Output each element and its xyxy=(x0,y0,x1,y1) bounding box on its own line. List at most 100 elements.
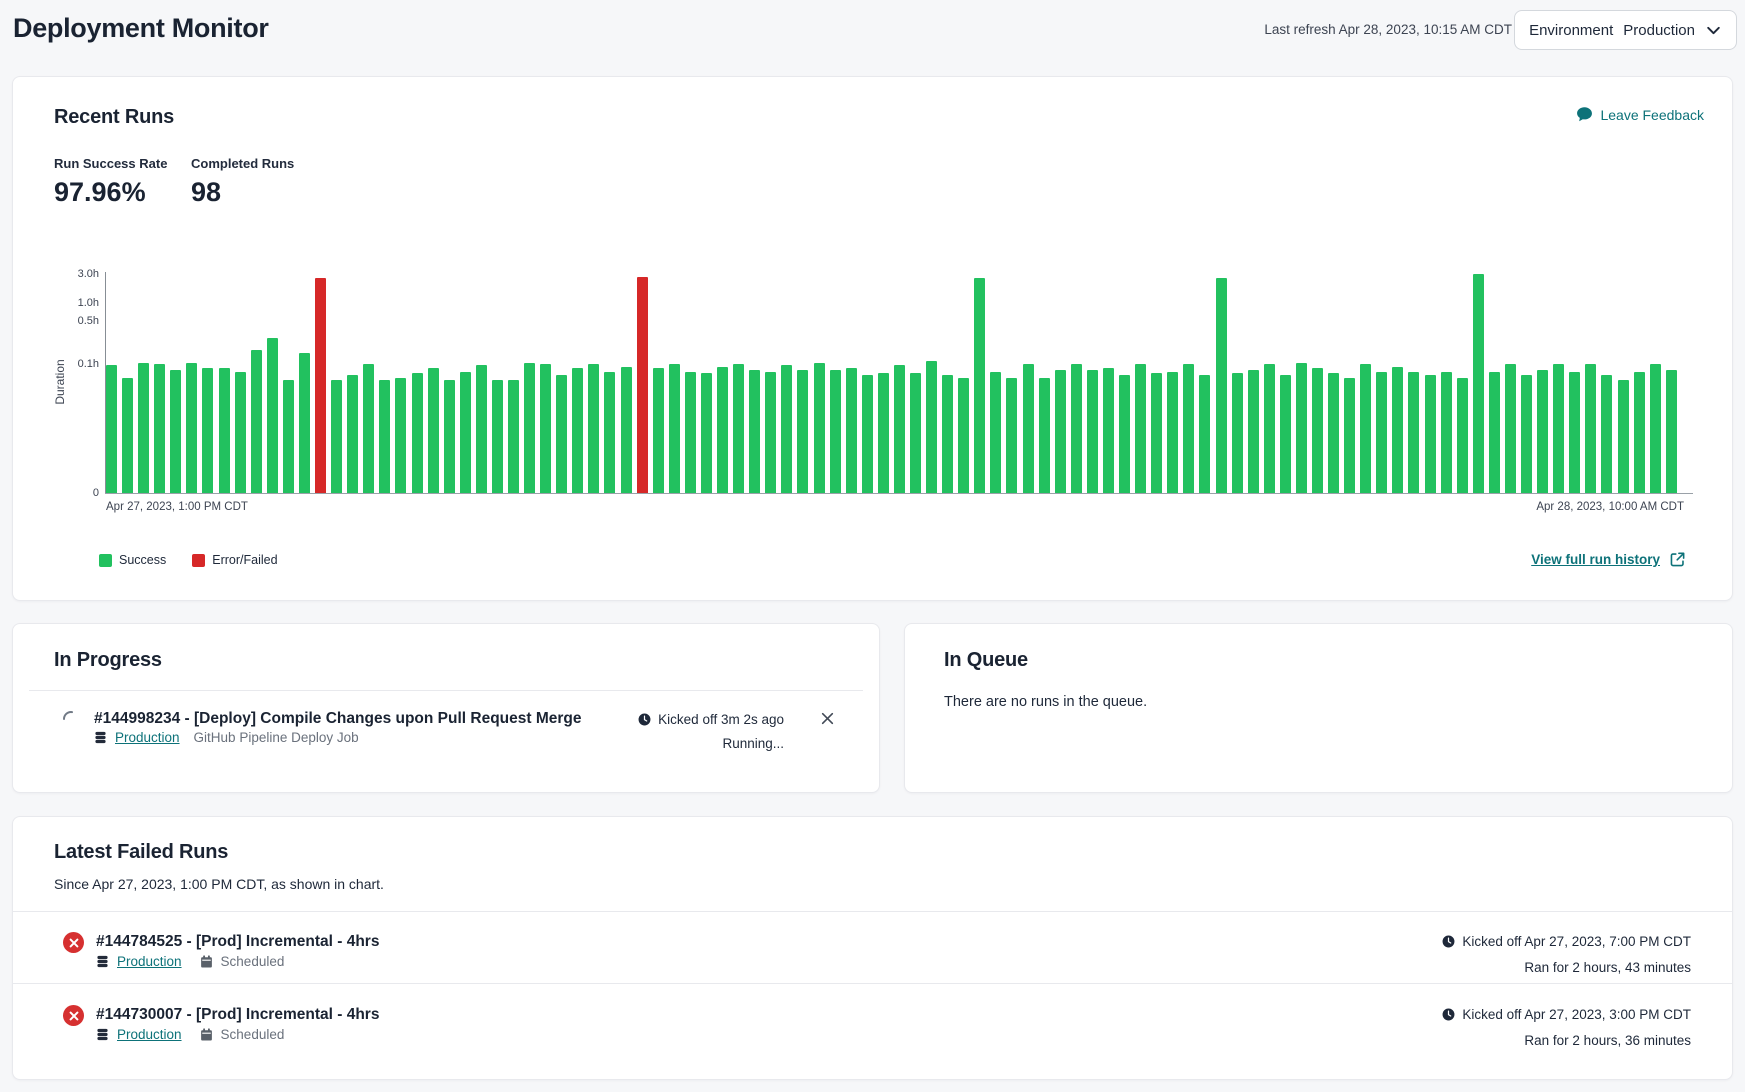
run-bar[interactable] xyxy=(428,368,439,493)
run-bar[interactable] xyxy=(1634,372,1645,493)
run-bar[interactable] xyxy=(1167,372,1178,493)
environment-link[interactable]: Production xyxy=(117,1027,182,1042)
run-bar[interactable] xyxy=(910,373,921,493)
run-bar[interactable] xyxy=(1344,378,1355,493)
run-bar[interactable] xyxy=(1489,372,1500,493)
environment-link[interactable]: Production xyxy=(117,954,182,969)
run-bar[interactable] xyxy=(1296,363,1307,493)
run-bar[interactable] xyxy=(1408,372,1419,493)
run-bar[interactable] xyxy=(1392,367,1403,493)
run-bar[interactable] xyxy=(942,375,953,493)
run-bar[interactable] xyxy=(1055,370,1066,493)
run-bar[interactable] xyxy=(1087,370,1098,493)
run-bar[interactable] xyxy=(363,364,374,493)
run-bar[interactable] xyxy=(1457,378,1468,493)
leave-feedback-link[interactable]: Leave Feedback xyxy=(1576,106,1704,123)
run-bar[interactable] xyxy=(1039,378,1050,493)
run-bar[interactable] xyxy=(814,363,825,493)
environment-link[interactable]: Production xyxy=(115,730,180,745)
run-bar[interactable] xyxy=(267,338,278,493)
run-bar[interactable] xyxy=(1553,364,1564,493)
run-bar[interactable] xyxy=(219,368,230,493)
run-bar[interactable] xyxy=(1023,364,1034,493)
run-bar[interactable] xyxy=(894,365,905,493)
run-bar[interactable] xyxy=(1232,373,1243,493)
run-bar[interactable] xyxy=(926,361,937,493)
run-bar[interactable] xyxy=(1248,370,1259,493)
run-bar[interactable] xyxy=(1473,274,1484,493)
run-bar[interactable] xyxy=(1199,375,1210,493)
run-bar[interactable] xyxy=(170,370,181,493)
run-bar[interactable] xyxy=(1521,375,1532,493)
run-bar[interactable] xyxy=(1601,375,1612,493)
run-bar[interactable] xyxy=(476,365,487,493)
run-bar[interactable] xyxy=(492,380,503,493)
run-bar[interactable] xyxy=(733,364,744,493)
run-bar[interactable] xyxy=(781,365,792,493)
close-icon[interactable] xyxy=(820,711,836,727)
run-bar[interactable] xyxy=(572,368,583,493)
run-bar[interactable] xyxy=(1280,375,1291,493)
run-bar[interactable] xyxy=(1151,373,1162,493)
failed-run-title[interactable]: #144730007 - [Prod] Incremental - 4hrs xyxy=(96,1006,379,1024)
environment-dropdown[interactable]: Environment Production xyxy=(1514,10,1737,50)
run-bar[interactable] xyxy=(1666,370,1677,493)
run-bar[interactable] xyxy=(315,278,326,493)
run-bar[interactable] xyxy=(653,368,664,493)
failed-run-title[interactable]: #144784525 - [Prod] Incremental - 4hrs xyxy=(96,933,379,951)
run-bar[interactable] xyxy=(830,370,841,493)
run-bar[interactable] xyxy=(990,372,1001,493)
run-bar[interactable] xyxy=(1183,364,1194,493)
run-bar[interactable] xyxy=(1569,372,1580,493)
run-bar[interactable] xyxy=(508,380,519,493)
run-bar[interactable] xyxy=(974,278,985,493)
run-bar[interactable] xyxy=(154,364,165,493)
run-bar[interactable] xyxy=(186,363,197,493)
run-bar[interactable] xyxy=(958,378,969,493)
run-bar[interactable] xyxy=(1264,364,1275,493)
run-bar[interactable] xyxy=(331,380,342,493)
run-bar[interactable] xyxy=(540,364,551,493)
run-bar[interactable] xyxy=(1360,364,1371,493)
in-progress-run-title[interactable]: #144998234 - [Deploy] Compile Changes up… xyxy=(94,710,582,728)
run-bar[interactable] xyxy=(1119,375,1130,493)
run-bar[interactable] xyxy=(1312,368,1323,493)
run-bar[interactable] xyxy=(1071,364,1082,493)
run-bar[interactable] xyxy=(749,370,760,493)
run-bar[interactable] xyxy=(1006,378,1017,493)
run-bar[interactable] xyxy=(669,364,680,493)
run-bar[interactable] xyxy=(797,370,808,493)
run-bar[interactable] xyxy=(846,368,857,493)
run-bar[interactable] xyxy=(685,372,696,493)
run-bar[interactable] xyxy=(878,373,889,493)
run-bar[interactable] xyxy=(106,365,117,493)
run-bar[interactable] xyxy=(412,373,423,493)
run-bar[interactable] xyxy=(251,350,262,493)
run-bar[interactable] xyxy=(637,277,648,494)
run-bar[interactable] xyxy=(621,367,632,493)
run-bar[interactable] xyxy=(1441,372,1452,493)
run-bar[interactable] xyxy=(460,372,471,493)
run-bar[interactable] xyxy=(379,380,390,493)
run-bar[interactable] xyxy=(1135,364,1146,493)
run-bar[interactable] xyxy=(1585,364,1596,493)
run-bar[interactable] xyxy=(765,372,776,493)
run-bar[interactable] xyxy=(1505,364,1516,493)
run-bar[interactable] xyxy=(347,375,358,493)
run-bar[interactable] xyxy=(862,375,873,493)
run-bar[interactable] xyxy=(202,368,213,493)
run-bar[interactable] xyxy=(588,364,599,493)
run-bar[interactable] xyxy=(524,363,535,493)
run-bar[interactable] xyxy=(395,378,406,493)
run-bar[interactable] xyxy=(235,372,246,493)
run-bar[interactable] xyxy=(1425,375,1436,493)
run-bar[interactable] xyxy=(701,373,712,493)
run-bar[interactable] xyxy=(1618,380,1629,493)
run-bar[interactable] xyxy=(717,367,728,493)
run-bar[interactable] xyxy=(1537,370,1548,493)
run-bar[interactable] xyxy=(299,353,310,493)
run-bar[interactable] xyxy=(138,363,149,493)
run-bar[interactable] xyxy=(122,378,133,493)
run-bar[interactable] xyxy=(1650,364,1661,493)
run-bar[interactable] xyxy=(556,375,567,493)
